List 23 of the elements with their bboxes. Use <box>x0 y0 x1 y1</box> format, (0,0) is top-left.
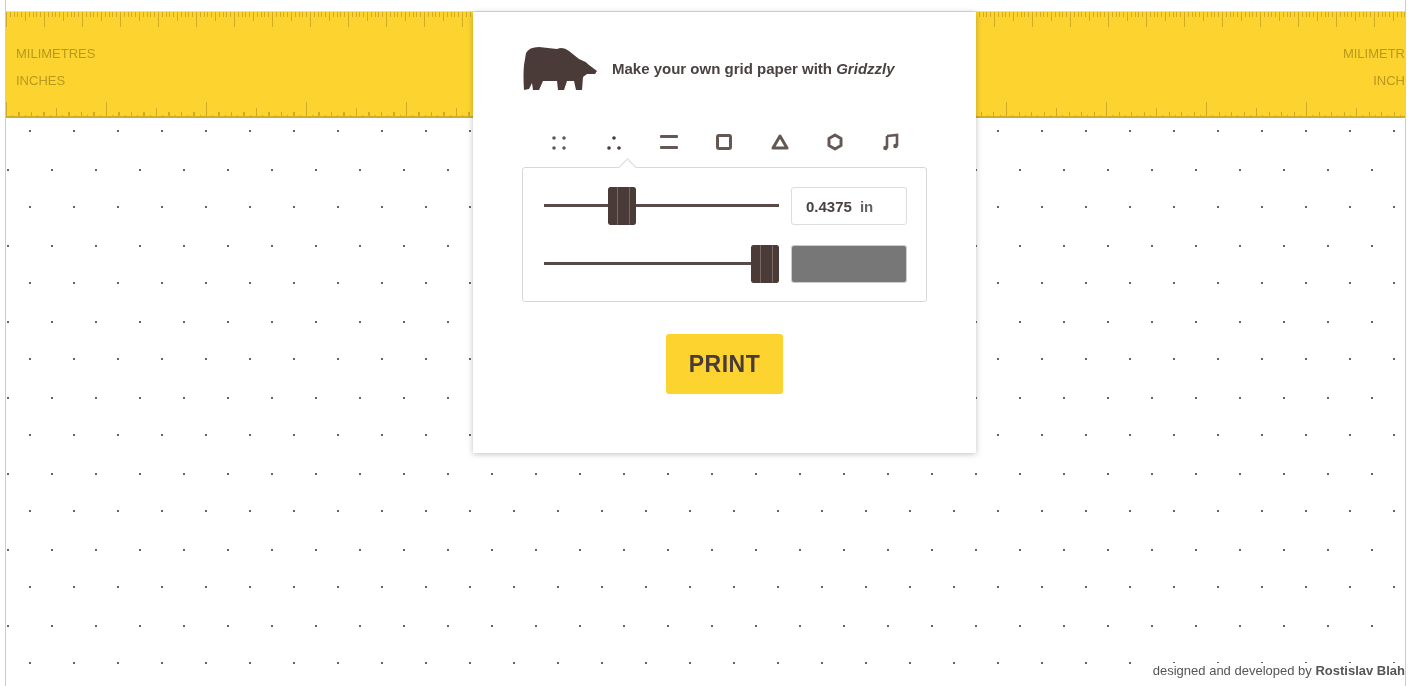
slider-thumb[interactable] <box>608 187 637 225</box>
square-icon <box>715 133 734 151</box>
lines-icon <box>660 133 679 151</box>
tagline: Make your own grid paper with Gridzzly <box>612 59 895 77</box>
ruler-label: INCHES <box>16 73 67 88</box>
spacing-field[interactable]: 0.4375 in <box>791 187 907 225</box>
slider-thumb[interactable] <box>751 245 779 283</box>
ruler-label: MILIMETR <box>1342 46 1405 61</box>
dots-icon <box>605 133 624 151</box>
ruler-label: INCH <box>1373 73 1405 88</box>
print-button[interactable]: PRINT <box>666 334 783 394</box>
hexagon-icon <box>825 133 844 151</box>
spacing-value: 0.4375 <box>806 197 852 215</box>
slider-track[interactable] <box>636 204 779 207</box>
dots-icon <box>550 133 568 151</box>
music-note-icon <box>880 133 899 151</box>
ruler-label: MILIMETRES <box>16 46 96 61</box>
slider-track[interactable] <box>544 262 751 265</box>
bear-logo-icon <box>523 45 598 91</box>
unit-label: in <box>859 197 874 215</box>
triangle-icon <box>770 133 789 151</box>
slider-track[interactable] <box>544 204 609 207</box>
credits: designed and developed by Rostislav Blah <box>1152 663 1405 678</box>
